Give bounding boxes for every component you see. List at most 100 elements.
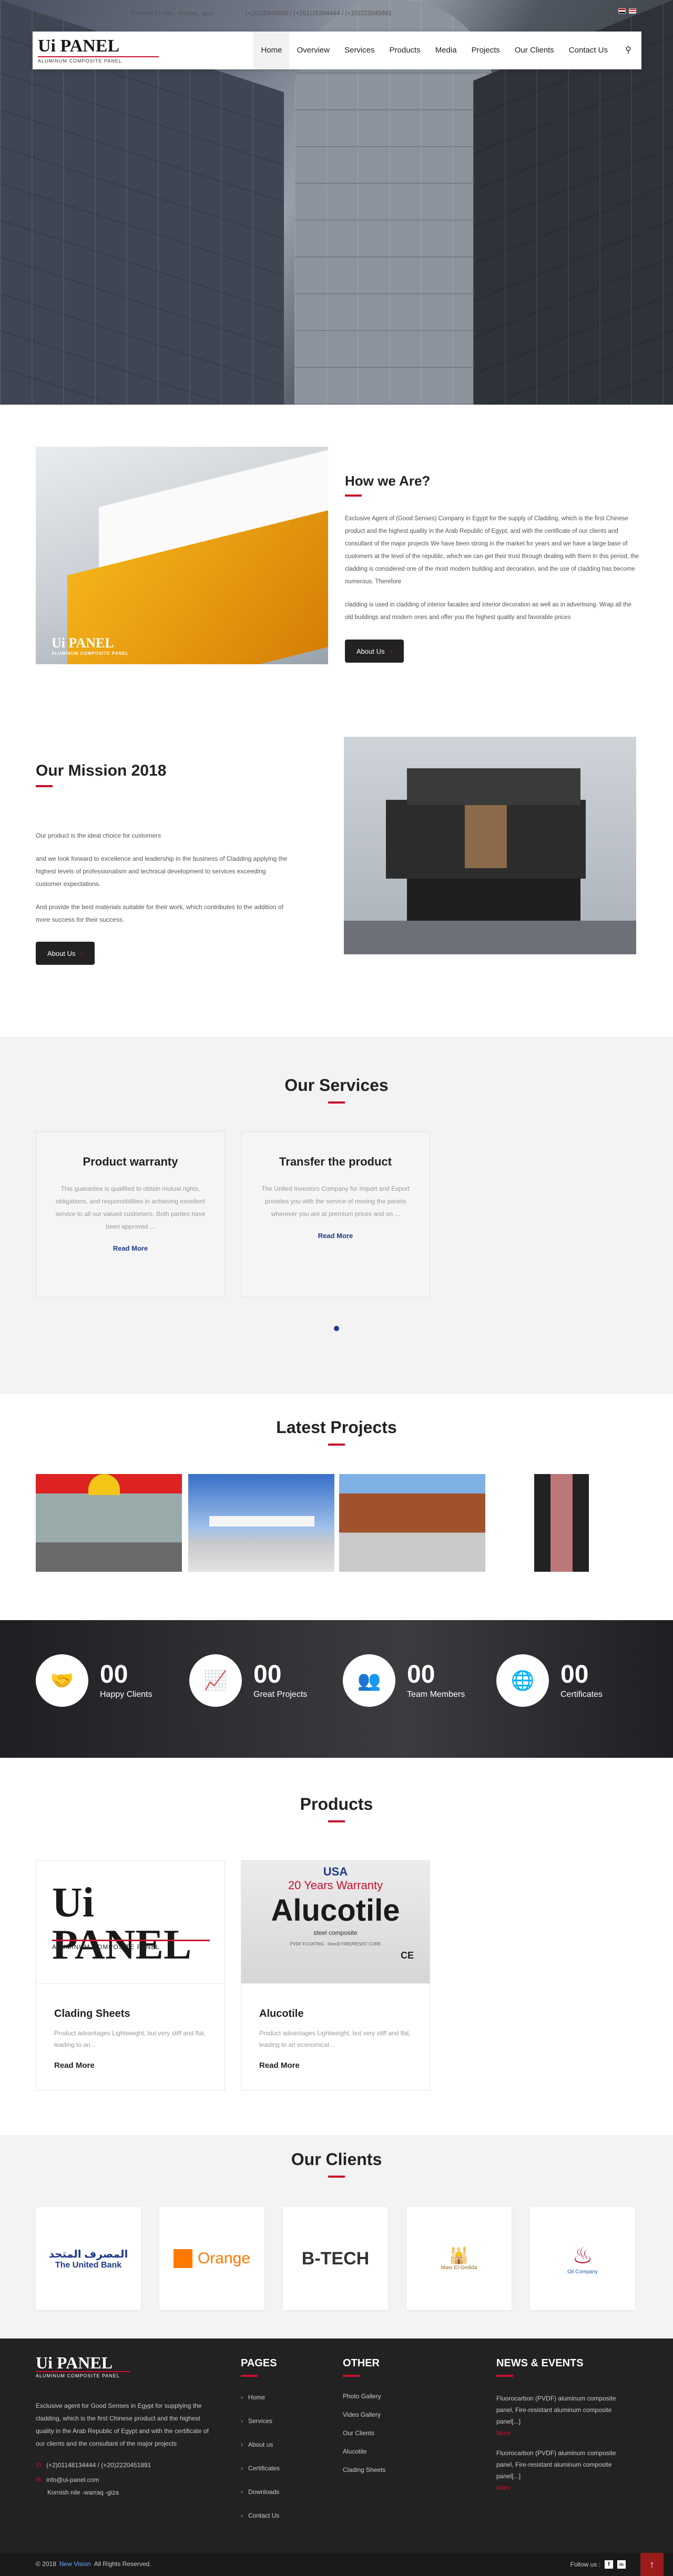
service-card-title: Transfer the product: [279, 1155, 392, 1168]
clients-title-underline: [328, 2176, 345, 2178]
footer-link-certificates[interactable]: Certificates: [241, 2465, 280, 2488]
stat-value: 00: [100, 1661, 128, 1688]
service-card-text: This guarantee is qualified to obtain mu…: [55, 1185, 206, 1230]
footer-news-item: Fluorocarbon (PVDF) aluminum composite p…: [496, 2395, 616, 2425]
product-read-more-link[interactable]: Read More: [259, 2061, 430, 2070]
footer-link-video-gallery[interactable]: Video Gallery: [343, 2411, 385, 2429]
project-image-btech[interactable]: [339, 1474, 485, 1572]
footer-pages: PAGES Home Services About us Certificate…: [241, 2354, 280, 2536]
arabic-flag-icon[interactable]: [618, 8, 626, 14]
product-text: Product advantages Lightweight, but very…: [259, 2029, 411, 2048]
projects-title: Latest Projects: [276, 1418, 397, 1437]
mission-paragraph-3: And provide the best materials suitable …: [36, 903, 283, 923]
who-image-watermark: Ui PANEL ALUMINUM COMPOSITE PANEL: [52, 635, 129, 656]
stat-label: Happy Clients: [100, 1690, 152, 1699]
product-card[interactable]: USA 20 Years Warranty Alucotile steel co…: [241, 1860, 430, 2090]
footer-logo[interactable]: Ui PANEL: [36, 2354, 215, 2371]
footer-address: Kornish nile -warraq -giza: [47, 2489, 119, 2496]
services-title: Our Services: [284, 1076, 389, 1095]
globe-icon: 🌐: [496, 1654, 549, 1707]
client-logo-orange[interactable]: Orange: [159, 2207, 264, 2310]
nav-products[interactable]: Products: [382, 32, 428, 69]
stat-team-members: 👥 00 Team Members: [343, 1654, 465, 1707]
nav-services[interactable]: Services: [337, 32, 382, 69]
who-paragraph-2: cladding is used in cladding of interior…: [345, 602, 632, 621]
topbar-email[interactable]: info@ui-panel.com: [37, 9, 89, 17]
footer-link-services[interactable]: Services: [241, 2417, 280, 2441]
footer-news-more-link[interactable]: More: [496, 2429, 633, 2437]
footer-link-alucotile[interactable]: Alucotile: [343, 2448, 385, 2466]
search-icon[interactable]: ⚲: [615, 32, 641, 69]
nav-overview[interactable]: Overview: [289, 32, 337, 69]
copyright-rights: All Rights Reserved.: [94, 2560, 151, 2568]
mission-section: Our Mission 2018 Our product is the idea…: [36, 762, 288, 965]
mission-paragraph-2: and we look forward to excellence and le…: [36, 855, 288, 888]
footer-link-photo-gallery[interactable]: Photo Gallery: [343, 2393, 385, 2411]
copyright-year: © 2018: [36, 2560, 56, 2568]
nav-contact-us[interactable]: Contact Us: [562, 32, 615, 69]
topbar-hotline[interactable]: (+201)2446695 / (+201)15394444 / (+20)22…: [245, 9, 392, 17]
footer-link-about[interactable]: About us: [241, 2441, 280, 2465]
mail-icon: ✉: [36, 2476, 42, 2484]
footer-link-home[interactable]: Home: [241, 2394, 280, 2417]
footer-news-title: NEWS & EVENTS: [496, 2357, 584, 2369]
footer-link-clading-sheets[interactable]: Clading Sheets: [343, 2466, 385, 2485]
projects-title-underline: [328, 1444, 345, 1446]
project-image-tower[interactable]: [534, 1474, 589, 1572]
stat-label: Certificates: [560, 1690, 603, 1699]
english-flag-icon[interactable]: [629, 8, 636, 14]
carousel-dot[interactable]: [334, 1326, 339, 1331]
service-card-title: Product warranty: [83, 1155, 178, 1168]
footer-news-more-link[interactable]: More: [496, 2484, 633, 2491]
product-read-more-link[interactable]: Read More: [54, 2061, 225, 2070]
project-image-station[interactable]: [188, 1474, 334, 1572]
footer-link-downloads[interactable]: Downloads: [241, 2488, 280, 2512]
footer-other-title: OTHER: [343, 2357, 380, 2369]
footer-phone[interactable]: ✆ (+2)01148134444 / (+20)2220451891: [36, 2461, 215, 2469]
footer-pages-title: PAGES: [241, 2357, 277, 2369]
nav-projects[interactable]: Projects: [464, 32, 507, 69]
footer-link-our-clients[interactable]: Our Clients: [343, 2429, 385, 2448]
service-read-more-link[interactable]: Read More: [259, 1232, 412, 1240]
linkedin-icon[interactable]: in: [617, 2560, 626, 2569]
who-section: How we Are? Exclusive Agent of (Good Sen…: [345, 473, 639, 663]
main-menu: Home Overview Services Products Media Pr…: [253, 32, 641, 69]
client-logo-mosque[interactable]: 🕌 Masr El Gedida: [406, 2207, 512, 2310]
main-navbar: Ui PANEL ALUMINUM COMPOSITE PANEL Home O…: [33, 32, 641, 69]
handshake-icon: 🤝: [36, 1654, 88, 1707]
service-card-text: The United Investors Company for Import …: [261, 1185, 410, 1218]
who-title-underline: [345, 494, 362, 497]
who-about-button[interactable]: About Us ›: [345, 640, 404, 663]
footer-about: Ui PANEL ALUMINUM COMPOSITE PANEL Exclus…: [36, 2354, 215, 2496]
client-logo-oil-company[interactable]: ♨ Oil Company: [530, 2207, 635, 2310]
service-card: Product warranty This guarantee is quali…: [36, 1131, 225, 1297]
footer-link-contact[interactable]: Contact Us: [241, 2512, 280, 2536]
stat-value: 00: [407, 1661, 435, 1688]
project-image-mcdonalds[interactable]: [36, 1474, 182, 1572]
site-logo[interactable]: Ui PANEL ALUMINUM COMPOSITE PANEL: [38, 35, 159, 66]
mission-about-button[interactable]: About Us ›: [36, 942, 95, 965]
projects-section: Latest Projects: [0, 1418, 673, 1446]
footer-email[interactable]: ✉ info@ui-panel.com: [36, 2476, 215, 2484]
who-title: How we Are?: [345, 473, 431, 489]
services-title-underline: [328, 1101, 345, 1104]
footer-news: NEWS & EVENTS Fluorocarbon (PVDF) alumin…: [496, 2354, 633, 2491]
stat-great-projects: 📈 00 Great Projects: [189, 1654, 307, 1707]
stat-certificates: 🌐 00 Certificates: [496, 1654, 603, 1707]
service-read-more-link[interactable]: Read More: [54, 1244, 207, 1252]
products-title: Products: [300, 1795, 373, 1813]
facebook-icon[interactable]: f: [605, 2560, 613, 2569]
product-title: Clading Sheets: [54, 2008, 130, 2019]
nav-home[interactable]: Home: [253, 32, 290, 69]
presentation-icon: 📈: [189, 1654, 242, 1707]
nav-media[interactable]: Media: [428, 32, 464, 69]
client-logo-united-bank[interactable]: المصرف المتحد The United Bank: [36, 2207, 141, 2310]
topbar-address: Kornish El-nile , warraq , giza: [131, 9, 214, 17]
scroll-top-button[interactable]: ↑: [640, 2553, 664, 2576]
product-image: USA 20 Years Warranty Alucotile steel co…: [241, 1861, 430, 1984]
client-logo-btech[interactable]: B-TECH: [283, 2207, 388, 2310]
product-card[interactable]: Ui PANEL ALUMINUM COMPOSITE PANEL Cladin…: [36, 1860, 225, 2090]
developer-link[interactable]: New Vision: [59, 2560, 91, 2568]
logo-subtitle: ALUMINUM COMPOSITE PANEL: [38, 56, 159, 64]
nav-our-clients[interactable]: Our Clients: [507, 32, 562, 69]
